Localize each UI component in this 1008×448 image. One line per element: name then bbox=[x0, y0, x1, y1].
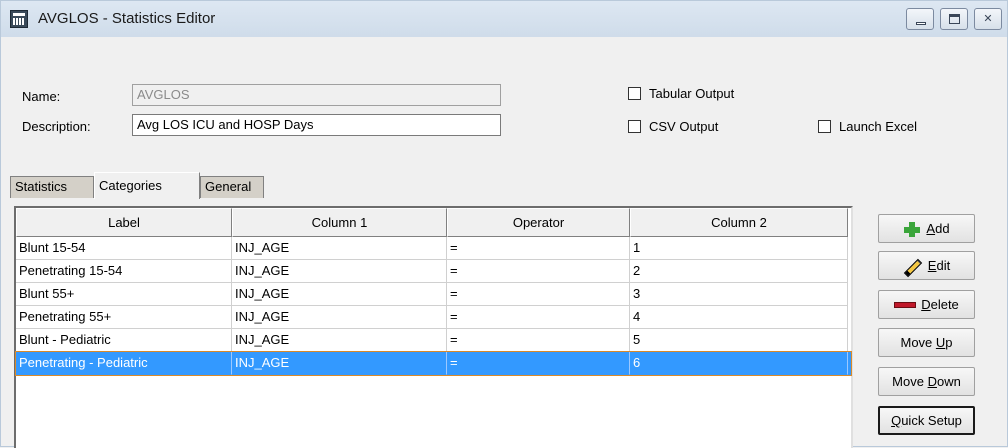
cell-operator[interactable]: = bbox=[447, 283, 630, 306]
csv-output-checkbox[interactable]: CSV Output bbox=[628, 119, 718, 134]
tab-categories[interactable]: Categories bbox=[94, 172, 200, 199]
move-down-button-label: Move Down bbox=[892, 374, 961, 389]
quick-setup-button[interactable]: Quick Setup bbox=[878, 406, 975, 435]
edit-button-label: Edit bbox=[927, 258, 951, 273]
quick-setup-button-label: Quick Setup bbox=[891, 413, 962, 428]
launch-excel-label: Launch Excel bbox=[839, 119, 918, 134]
edit-button[interactable]: Edit bbox=[878, 251, 975, 280]
column-header-column1[interactable]: Column 1 bbox=[232, 208, 447, 237]
column-header-operator[interactable]: Operator bbox=[447, 208, 630, 237]
cell-column2[interactable]: 6 bbox=[630, 352, 848, 375]
cell-operator[interactable]: = bbox=[447, 329, 630, 352]
cell-column2[interactable]: 4 bbox=[630, 306, 848, 329]
minimize-button[interactable] bbox=[906, 8, 934, 30]
tab-statistics[interactable]: Statistics bbox=[10, 176, 94, 198]
column-header-column2[interactable]: Column 2 bbox=[630, 208, 848, 237]
cell-label[interactable]: Penetrating 15-54 bbox=[16, 260, 232, 283]
checkbox-box[interactable] bbox=[628, 120, 641, 133]
cell-label[interactable]: Penetrating 55+ bbox=[16, 306, 232, 329]
plus-icon bbox=[903, 221, 921, 237]
app-icon bbox=[10, 10, 28, 28]
cell-column1[interactable]: INJ_AGE bbox=[232, 283, 447, 306]
table-row[interactable]: Blunt 55+ INJ_AGE = 3 bbox=[16, 283, 851, 306]
cell-label[interactable]: Penetrating - Pediatric bbox=[16, 352, 232, 375]
tabular-output-label: Tabular Output bbox=[649, 86, 735, 101]
cell-operator[interactable]: = bbox=[447, 306, 630, 329]
cell-column2[interactable]: 2 bbox=[630, 260, 848, 283]
tabular-output-checkbox[interactable]: Tabular Output bbox=[628, 86, 734, 101]
cell-column2[interactable]: 3 bbox=[630, 283, 848, 306]
cell-column2[interactable]: 1 bbox=[630, 237, 848, 260]
cell-operator[interactable]: = bbox=[447, 237, 630, 260]
maximize-icon bbox=[949, 14, 960, 24]
cell-operator[interactable]: = bbox=[447, 352, 630, 375]
launch-excel-checkbox[interactable]: Launch Excel bbox=[818, 119, 917, 134]
checkbox-box[interactable] bbox=[818, 120, 831, 133]
statistics-editor-window: AVGLOS - Statistics Editor ✕ Name: AVGLO… bbox=[0, 0, 1008, 448]
csv-output-label: CSV Output bbox=[649, 119, 719, 134]
minimize-icon bbox=[916, 22, 926, 25]
checkbox-box[interactable] bbox=[628, 87, 641, 100]
cell-column1[interactable]: INJ_AGE bbox=[232, 237, 447, 260]
close-button[interactable]: ✕ bbox=[974, 8, 1002, 30]
cell-column1[interactable]: INJ_AGE bbox=[232, 329, 447, 352]
pencil-icon bbox=[903, 258, 922, 277]
tab-general[interactable]: General bbox=[200, 176, 264, 198]
move-up-button[interactable]: Move Up bbox=[878, 328, 975, 357]
cell-column1[interactable]: INJ_AGE bbox=[232, 306, 447, 329]
window-title: AVGLOS - Statistics Editor bbox=[38, 10, 216, 27]
move-down-button[interactable]: Move Down bbox=[878, 367, 975, 396]
minus-icon bbox=[894, 301, 917, 308]
add-button[interactable]: Add bbox=[878, 214, 975, 243]
cell-label[interactable]: Blunt - Pediatric bbox=[16, 329, 232, 352]
table-row[interactable]: Penetrating 15-54 INJ_AGE = 2 bbox=[16, 260, 851, 283]
add-button-label: Add bbox=[926, 221, 950, 236]
maximize-button[interactable] bbox=[940, 8, 968, 30]
description-label: Description: bbox=[22, 119, 91, 134]
cell-column1[interactable]: INJ_AGE bbox=[232, 352, 447, 375]
name-label: Name: bbox=[22, 89, 61, 104]
cell-column2[interactable]: 5 bbox=[630, 329, 848, 352]
cell-label[interactable]: Blunt 15-54 bbox=[16, 237, 232, 260]
column-header-label[interactable]: Label bbox=[16, 208, 232, 237]
cell-label[interactable]: Blunt 55+ bbox=[16, 283, 232, 306]
close-icon: ✕ bbox=[983, 13, 993, 25]
title-bar[interactable]: AVGLOS - Statistics Editor ✕ bbox=[1, 1, 1007, 37]
table-row[interactable]: Penetrating 55+ INJ_AGE = 4 bbox=[16, 306, 851, 329]
delete-button[interactable]: Delete bbox=[878, 290, 975, 319]
grid-header: Label Column 1 Operator Column 2 bbox=[16, 208, 851, 237]
cell-operator[interactable]: = bbox=[447, 260, 630, 283]
cell-column1[interactable]: INJ_AGE bbox=[232, 260, 447, 283]
table-row[interactable]: Blunt - Pediatric INJ_AGE = 5 bbox=[16, 329, 851, 352]
name-field: AVGLOS bbox=[132, 84, 501, 106]
delete-button-label: Delete bbox=[921, 297, 959, 312]
categories-grid[interactable]: Label Column 1 Operator Column 2 Blunt 1… bbox=[14, 206, 853, 448]
table-row[interactable]: Blunt 15-54 INJ_AGE = 1 bbox=[16, 237, 851, 260]
move-up-button-label: Move Up bbox=[900, 335, 953, 350]
description-field[interactable]: Avg LOS ICU and HOSP Days bbox=[132, 114, 501, 136]
table-row-selected[interactable]: Penetrating - Pediatric INJ_AGE = 6 bbox=[15, 351, 852, 376]
